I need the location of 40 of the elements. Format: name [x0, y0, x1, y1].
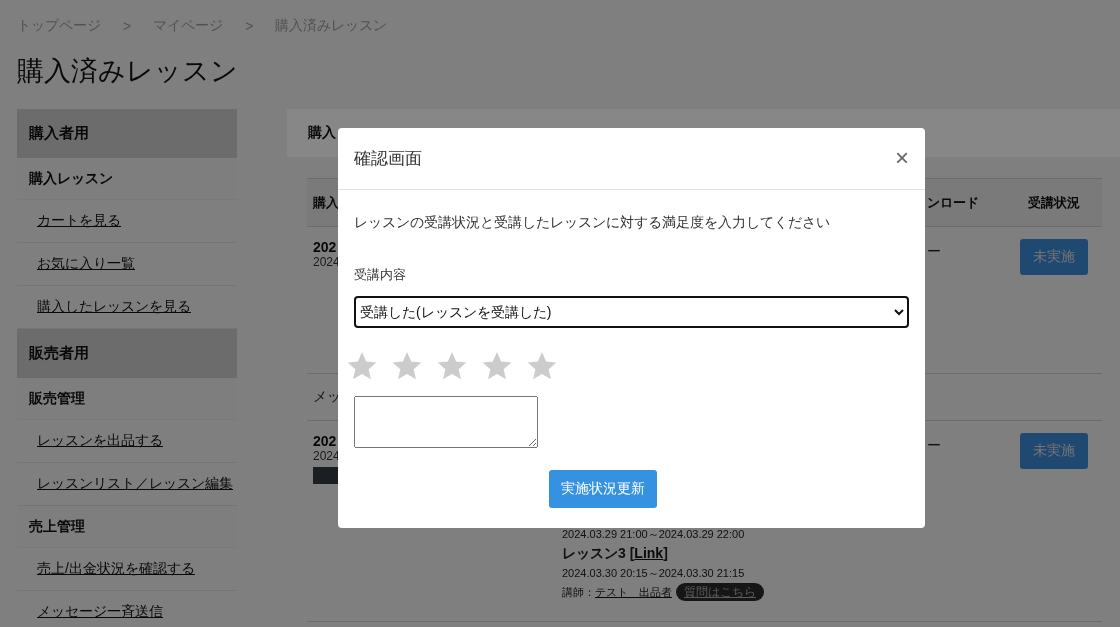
- star-rating[interactable]: [346, 350, 558, 382]
- teacher-label: 講師：: [562, 586, 595, 598]
- column-header: 受講状況: [1028, 194, 1080, 210]
- instruction-text: レッスンの受講状況と受講したレッスンに対する満足度を入力してください: [354, 214, 831, 232]
- column-header: ンロード: [927, 194, 979, 210]
- table-cell: ー: [927, 243, 941, 259]
- sidebar-link[interactable]: お気に入り一覧: [37, 255, 135, 273]
- question-button[interactable]: 質問はこちら: [676, 583, 764, 601]
- star-icon[interactable]: [526, 350, 558, 382]
- star-icon[interactable]: [346, 350, 378, 382]
- page-title: 購入済みレッスン: [17, 54, 239, 88]
- sidebar-link[interactable]: カートを見る: [37, 212, 121, 230]
- teacher-link[interactable]: テスト 出品者: [595, 586, 672, 598]
- submit-button[interactable]: 実施状況更新: [549, 470, 657, 508]
- table-cell: メッ: [313, 388, 341, 404]
- sidebar-link[interactable]: レッスンを出品する: [37, 432, 163, 450]
- table-cell-text: 202: [313, 433, 338, 449]
- breadcrumb-separator: >: [123, 18, 132, 34]
- sidebar-link[interactable]: メッセージ一斉送信: [37, 603, 163, 621]
- status-select[interactable]: 受講した(レッスンを受講した): [354, 296, 909, 328]
- lesson-link[interactable]: Link: [634, 545, 664, 561]
- sidebar-link[interactable]: レッスンリスト／レッスン編集: [37, 475, 233, 493]
- star-icon[interactable]: [391, 350, 423, 382]
- sidebar-section-header: 販売者用: [17, 329, 237, 378]
- table-cell-text: 2024: [313, 255, 341, 269]
- star-icon[interactable]: [481, 350, 513, 382]
- sidebar-link[interactable]: 購入したレッスンを見る: [37, 298, 191, 316]
- column-header: 購入: [313, 194, 339, 210]
- breadcrumb-separator: >: [245, 18, 254, 34]
- sidebar-link[interactable]: 売上/出金状況を確認する: [37, 560, 195, 578]
- lesson-time: 2024.03.30 20:15～2024.03.30 21:15: [562, 566, 746, 581]
- field-label: 受講内容: [354, 266, 407, 284]
- lesson-title: レッスン3 [Link]: [562, 545, 669, 563]
- comment-field[interactable]: [354, 396, 538, 448]
- table-cell-text: 2024: [313, 449, 341, 463]
- star-icon[interactable]: [436, 350, 468, 382]
- table-cell: ー: [927, 437, 941, 453]
- table-cell-text: 202: [313, 239, 338, 255]
- lesson-time: 2024.03.29 21:00～2024.03.29 22:00: [562, 527, 746, 542]
- sidebar-section-header: 購入者用: [17, 109, 237, 158]
